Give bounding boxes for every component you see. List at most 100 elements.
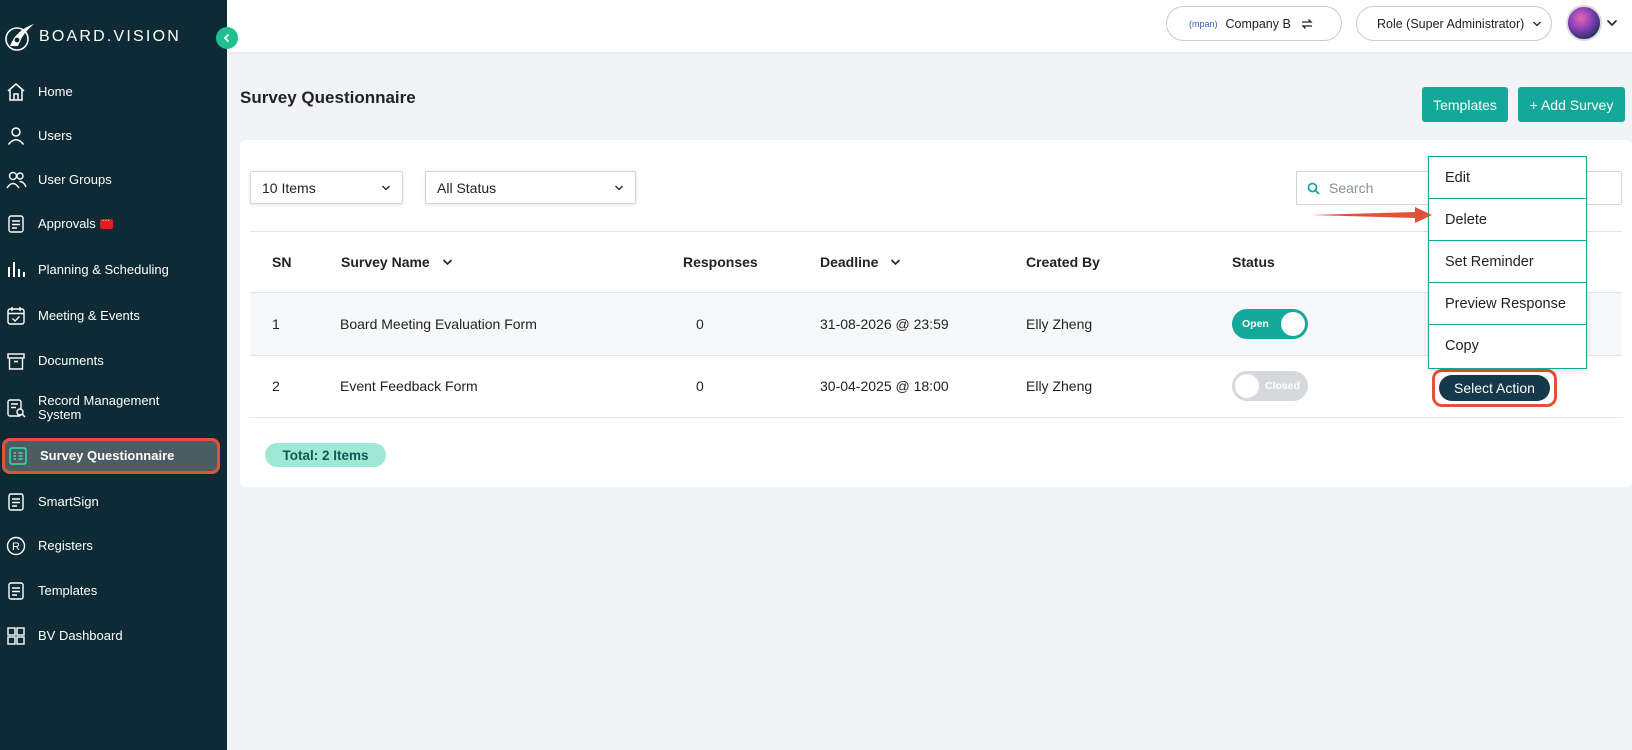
document-icon xyxy=(4,490,28,514)
sidebar-item-label: BV Dashboard xyxy=(38,628,123,643)
sidebar-item-label: Templates xyxy=(38,583,98,598)
avatar[interactable] xyxy=(1566,5,1602,41)
toggle-knob xyxy=(1281,312,1305,336)
status-toggle[interactable]: Open xyxy=(1232,309,1308,339)
survey-icon xyxy=(6,444,30,468)
sidebar-item-label-line1: Record Management xyxy=(38,393,160,408)
table-divider xyxy=(250,231,1622,232)
items-per-page-value: 10 Items xyxy=(262,179,316,196)
sidebar-item-registers[interactable]: R Registers xyxy=(0,534,227,558)
brand-name: BOARD.VISION xyxy=(39,28,181,45)
sidebar-item-documents[interactable]: Documents xyxy=(0,349,227,373)
sidebar-item-home[interactable]: Home xyxy=(0,80,227,104)
swap-icon xyxy=(1301,18,1313,29)
sidebar-item-label: Planning & Scheduling xyxy=(38,262,169,277)
column-header-status: Status xyxy=(1232,254,1275,270)
page-title: Survey Questionnaire xyxy=(240,88,416,107)
menu-item-edit[interactable]: Edit xyxy=(1429,157,1586,199)
column-header-deadline[interactable]: Deadline xyxy=(820,254,901,270)
annotation-arrow-icon xyxy=(1311,207,1432,223)
row-survey-name[interactable]: Board Meeting Evaluation Form xyxy=(340,316,537,332)
chevron-down-icon[interactable] xyxy=(1606,18,1618,28)
sidebar-item-label: Record Management System xyxy=(38,394,159,422)
sidebar-item-smartsign[interactable]: SmartSign xyxy=(0,490,227,514)
grid-icon xyxy=(4,624,28,648)
sidebar-item-meetings[interactable]: Meeting & Events xyxy=(0,304,227,328)
row-responses: 0 xyxy=(696,378,704,394)
search-placeholder: Search xyxy=(1329,180,1374,196)
sidebar-item-bv-dashboard[interactable]: BV Dashboard xyxy=(0,624,227,648)
status-filter-value: All Status xyxy=(437,179,497,196)
row-sn: 2 xyxy=(272,378,280,394)
user-icon xyxy=(4,124,28,148)
sidebar-item-label-line2: System xyxy=(38,407,82,422)
role-label: Role (Super Administrator) xyxy=(1377,16,1525,31)
templates-button[interactable]: Templates xyxy=(1422,87,1508,122)
status-toggle-label: Closed xyxy=(1265,380,1301,392)
menu-item-preview-response[interactable]: Preview Response xyxy=(1429,283,1586,325)
sidebar-item-planning[interactable]: Planning & Scheduling xyxy=(0,258,227,282)
sidebar-item-label: SmartSign xyxy=(38,494,99,509)
brand-logo[interactable]: BOARD.VISION xyxy=(2,20,181,54)
svg-text:R: R xyxy=(12,541,20,553)
sidebar-item-templates[interactable]: Templates xyxy=(0,579,227,603)
chevron-down-icon xyxy=(1533,21,1542,26)
sidebar-collapse-button[interactable] xyxy=(216,27,238,49)
column-header-sn: SN xyxy=(272,254,292,270)
sidebar-item-label: Home xyxy=(38,84,73,99)
total-items-badge: Total: 2 Items xyxy=(265,443,386,467)
sidebar-item-label: Users xyxy=(38,128,72,143)
calendar-icon xyxy=(4,304,28,328)
menu-item-copy[interactable]: Copy xyxy=(1429,325,1586,367)
home-icon xyxy=(4,80,28,104)
items-per-page-select[interactable]: 10 Items xyxy=(250,171,403,204)
row-created-by: Elly Zheng xyxy=(1026,378,1093,394)
sidebar-item-label: User Groups xyxy=(38,172,112,187)
chevron-left-icon xyxy=(223,33,230,43)
menu-item-set-reminder[interactable]: Set Reminder xyxy=(1429,241,1586,283)
status-toggle[interactable]: Closed xyxy=(1232,371,1308,401)
company-name: Company B xyxy=(1225,16,1291,31)
chat-badge-icon xyxy=(99,216,113,229)
menu-item-delete[interactable]: Delete xyxy=(1429,199,1586,241)
archive-icon xyxy=(4,349,28,373)
sidebar-item-user-groups[interactable]: User Groups xyxy=(0,168,227,192)
toggle-knob xyxy=(1235,374,1259,398)
sidebar-item-label: Registers xyxy=(38,538,93,553)
sort-chevron-icon[interactable] xyxy=(442,257,453,267)
sidebar-item-label: Approvals xyxy=(38,216,96,231)
record-search-icon xyxy=(4,396,28,420)
registered-icon: R xyxy=(4,534,28,558)
survey-table-card: 10 Items All Status Search SN Survey Nam… xyxy=(240,140,1632,487)
select-action-button[interactable]: Select Action xyxy=(1439,375,1550,401)
row-deadline: 30-04-2025 @ 18:00 xyxy=(820,378,949,394)
row-survey-name[interactable]: Event Feedback Form xyxy=(340,378,478,394)
column-header-survey-name[interactable]: Survey Name xyxy=(341,254,453,270)
approvals-icon xyxy=(4,212,28,236)
search-icon xyxy=(1307,182,1320,195)
sidebar-item-users[interactable]: Users xyxy=(0,124,227,148)
row-created-by: Elly Zheng xyxy=(1026,316,1093,332)
logo-icon xyxy=(5,24,34,51)
sidebar-item-label: Survey Questionnaire xyxy=(40,448,175,463)
sidebar-item-record-management[interactable]: Record Management System xyxy=(0,393,227,423)
table-divider xyxy=(250,417,1622,418)
company-switcher[interactable]: (mpan) Company B xyxy=(1166,6,1342,41)
sidebar-item-approvals[interactable]: Approvals xyxy=(0,212,227,236)
row-sn: 1 xyxy=(272,316,280,332)
company-logo: (mpan) xyxy=(1189,18,1218,29)
chevron-down-icon xyxy=(382,185,390,191)
row-deadline: 31-08-2026 @ 23:59 xyxy=(820,316,949,332)
column-header-label: Survey Name xyxy=(341,254,430,270)
column-header-label: Deadline xyxy=(820,254,879,270)
role-selector[interactable]: Role (Super Administrator) xyxy=(1356,6,1552,41)
sidebar-item-survey-questionnaire[interactable]: Survey Questionnaire xyxy=(2,438,220,474)
row-responses: 0 xyxy=(696,316,704,332)
sort-chevron-icon[interactable] xyxy=(890,257,901,267)
chevron-down-icon xyxy=(615,185,623,191)
add-survey-button[interactable]: + Add Survey xyxy=(1518,87,1625,122)
action-menu: Edit Delete Set Reminder Preview Respons… xyxy=(1428,156,1587,369)
sidebar-item-label: Meeting & Events xyxy=(38,308,140,323)
column-header-responses: Responses xyxy=(683,254,758,270)
status-filter-select[interactable]: All Status xyxy=(425,171,636,204)
